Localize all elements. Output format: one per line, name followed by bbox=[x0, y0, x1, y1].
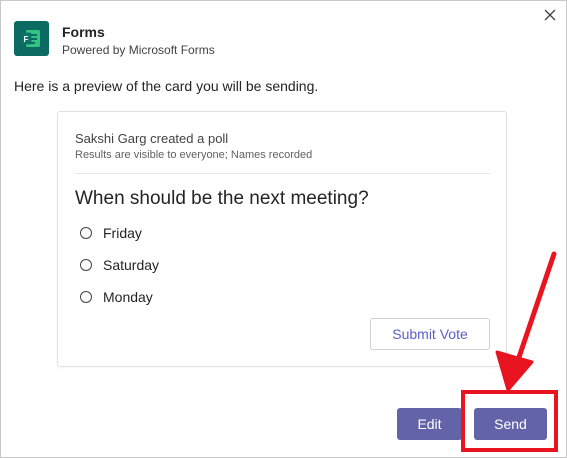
card-divider bbox=[74, 173, 490, 174]
poll-option-label: Monday bbox=[103, 289, 153, 305]
radio-button[interactable] bbox=[80, 259, 92, 271]
poll-card-preview: Sakshi Garg created a poll Results are v… bbox=[57, 111, 507, 367]
forms-logo: F bbox=[14, 21, 49, 56]
edit-button[interactable]: Edit bbox=[397, 408, 462, 440]
radio-button[interactable] bbox=[80, 227, 92, 239]
poll-option-label: Friday bbox=[103, 225, 142, 241]
poll-option-label: Saturday bbox=[103, 257, 160, 273]
poll-option-friday[interactable]: Friday bbox=[80, 225, 142, 241]
close-button[interactable] bbox=[541, 6, 559, 24]
card-author-line: Sakshi Garg created a poll bbox=[75, 131, 229, 146]
close-icon bbox=[544, 9, 556, 21]
radio-button[interactable] bbox=[80, 291, 92, 303]
poll-option-saturday[interactable]: Saturday bbox=[80, 257, 159, 273]
svg-text:F: F bbox=[24, 35, 29, 44]
send-button[interactable]: Send bbox=[474, 408, 547, 440]
app-name: Forms bbox=[62, 24, 105, 40]
dialog: F Forms Powered by Microsoft Forms Here … bbox=[0, 0, 567, 458]
app-subtitle: Powered by Microsoft Forms bbox=[62, 43, 215, 57]
poll-question: When should be the next meeting? bbox=[75, 188, 369, 209]
intro-text: Here is a preview of the card you will b… bbox=[14, 78, 319, 94]
submit-vote-button[interactable]: Submit Vote bbox=[370, 318, 490, 350]
card-visibility-note: Results are visible to everyone; Names r… bbox=[75, 149, 313, 161]
poll-option-monday[interactable]: Monday bbox=[80, 289, 153, 305]
